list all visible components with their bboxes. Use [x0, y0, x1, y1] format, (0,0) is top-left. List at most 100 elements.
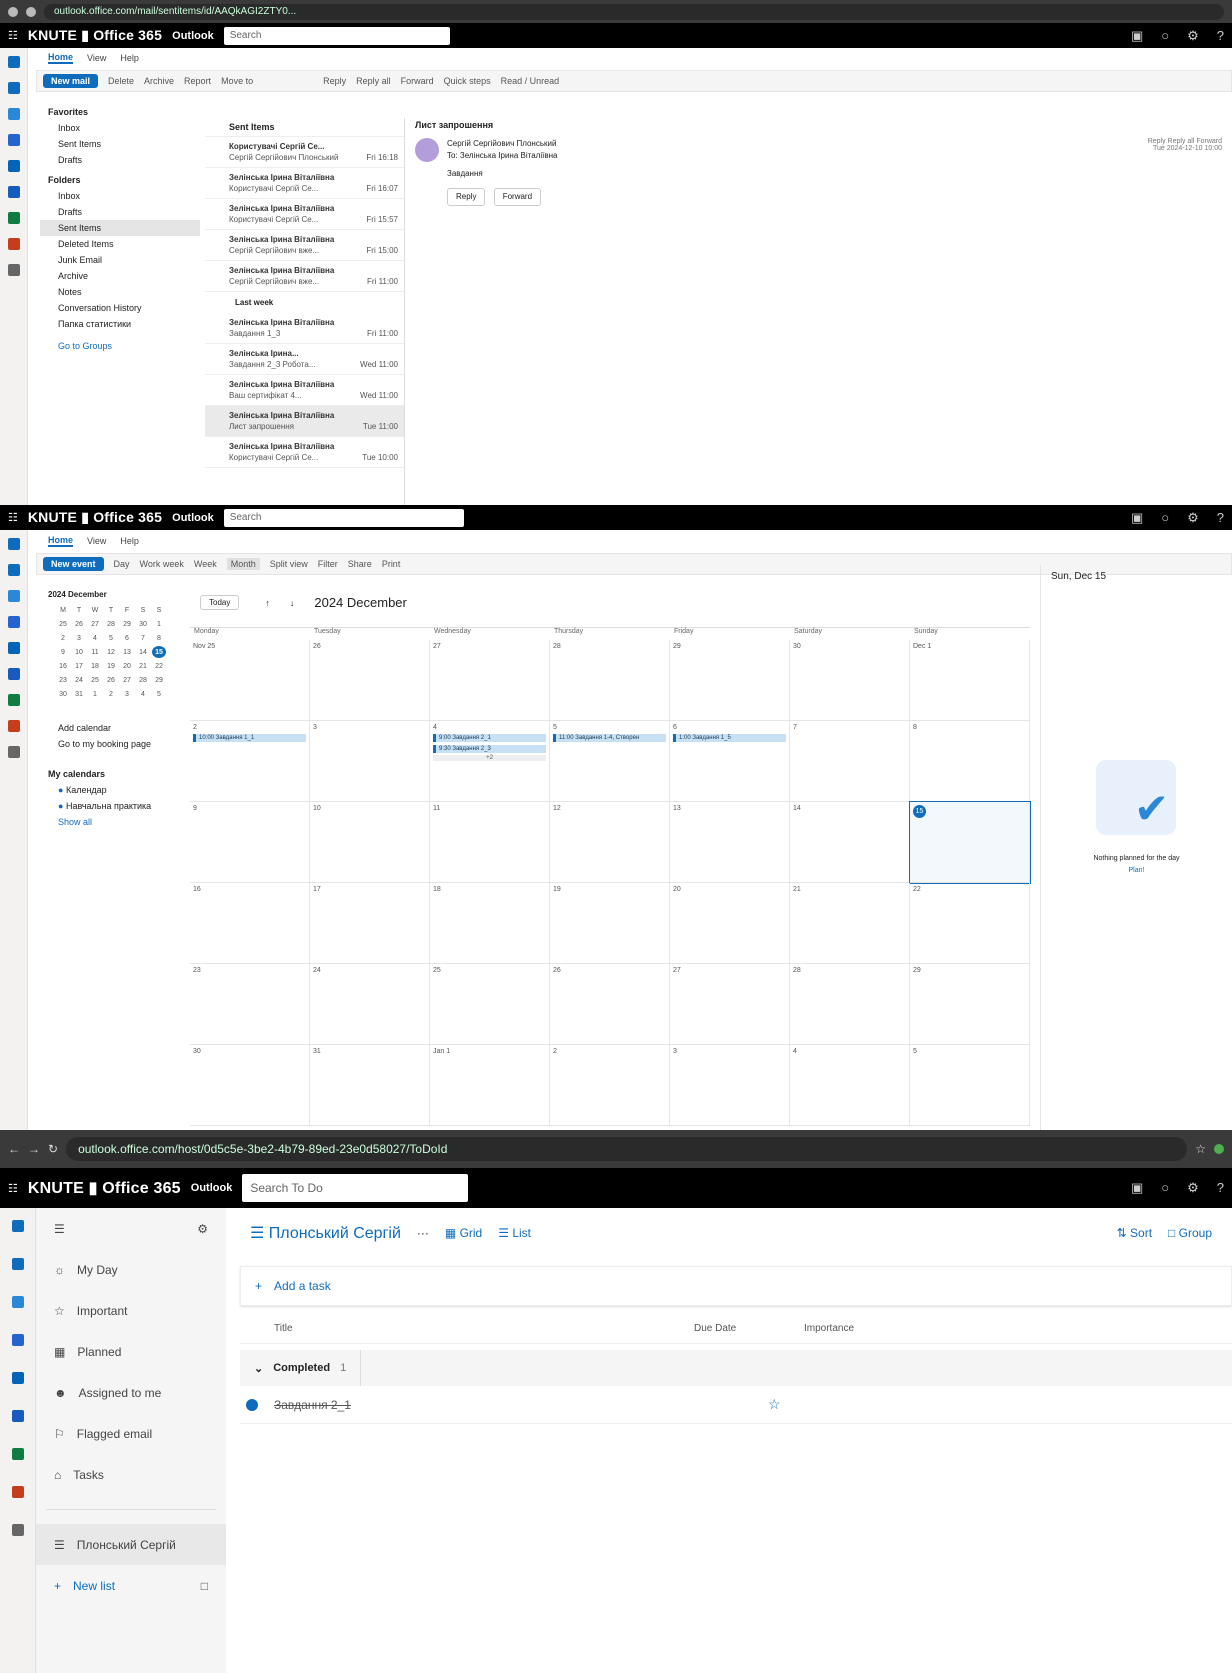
word-icon[interactable]	[7, 186, 20, 198]
mini-day[interactable]: 14	[136, 646, 150, 658]
day-cell[interactable]: Nov 25	[190, 640, 310, 721]
folder-archive[interactable]: Archive	[40, 268, 200, 284]
tab-help[interactable]: Help	[120, 536, 139, 546]
mini-day[interactable]: 24	[72, 674, 86, 686]
mini-day[interactable]: 2	[56, 632, 70, 644]
calendar-event[interactable]: 11:00 Завдання 1-4, Створен	[553, 734, 666, 742]
excel-icon[interactable]	[7, 694, 20, 706]
day-cell[interactable]: 28	[550, 640, 670, 721]
task-row[interactable]: Завдання 2_1 ☆	[240, 1386, 1232, 1424]
search-input[interactable]: Search To Do	[242, 1174, 469, 1202]
meet-icon[interactable]: ▣	[1131, 1180, 1143, 1196]
delete-button[interactable]: Delete	[108, 76, 134, 86]
task-title[interactable]: Завдання 2_1	[274, 1398, 768, 1412]
groups-link[interactable]: Go to Groups	[40, 338, 200, 354]
excel-icon[interactable]	[7, 212, 20, 224]
booking-link[interactable]: Go to my booking page	[40, 736, 185, 752]
mini-day[interactable]: 4	[136, 688, 150, 700]
back-icon[interactable]	[8, 6, 18, 17]
day-cell[interactable]: 30	[190, 1045, 310, 1126]
forward-icon[interactable]	[26, 6, 36, 17]
day-cell[interactable]: 27	[430, 640, 550, 721]
fav-sent[interactable]: Sent Items	[40, 136, 200, 152]
message-item[interactable]: Зелінська Ірина Віталіївна Користувачі Се…	[205, 199, 404, 230]
mail-icon[interactable]	[7, 538, 20, 550]
forward-button[interactable]: Forward	[401, 76, 434, 86]
month-button[interactable]: Month	[226, 558, 260, 570]
mini-day[interactable]: 12	[104, 646, 118, 658]
today-button[interactable]: Today	[200, 595, 240, 610]
message-item[interactable]: Зелінська Ірина Віталіївна Користувачі Се…	[205, 437, 404, 468]
last-week-header[interactable]: Last week	[205, 292, 404, 313]
mini-day[interactable]: 10	[72, 646, 86, 658]
day-cell[interactable]: 18	[430, 883, 550, 964]
new-group-icon[interactable]: □	[201, 1579, 208, 1593]
forward-pill[interactable]: Forward	[493, 188, 542, 206]
add-task-input[interactable]: + Add a task	[240, 1266, 1232, 1306]
week-button[interactable]: Week	[194, 559, 217, 569]
importance-star-icon[interactable]: ☆	[768, 1396, 781, 1413]
mini-day[interactable]: 20	[120, 660, 134, 672]
meet-icon[interactable]: ▣	[1131, 28, 1143, 44]
read-unread-button[interactable]: Read / Unread	[501, 76, 560, 86]
mini-day[interactable]: 18	[88, 660, 102, 672]
mini-day[interactable]: 16	[56, 660, 70, 672]
calendar-event[interactable]: 10:00 Завдання 1_1	[193, 734, 306, 742]
day-cell[interactable]: 4 9:00 Завдання 2_1 9:30 Завдання 2_3 +2	[430, 721, 550, 802]
mini-day[interactable]: 31	[72, 688, 86, 700]
app-name[interactable]: Outlook	[172, 512, 214, 524]
day-cell[interactable]: 28	[790, 964, 910, 1045]
todo-icon[interactable]	[11, 1334, 24, 1346]
day-cell[interactable]: 5 11:00 Завдання 1-4, Створен	[550, 721, 670, 802]
day-cell[interactable]: 2 10:00 Завдання 1_1	[190, 721, 310, 802]
calendar-item-1[interactable]: ● Календар	[40, 782, 185, 798]
nav-tasks[interactable]: ⌂ Tasks	[36, 1454, 226, 1495]
day-cell[interactable]: 15	[909, 801, 1031, 884]
mini-day[interactable]: 8	[152, 632, 166, 644]
completed-checkbox[interactable]	[246, 1398, 258, 1411]
nav-important[interactable]: ☆ Important	[36, 1290, 226, 1331]
gear-icon[interactable]: ⚙	[1187, 28, 1199, 44]
folder-junk[interactable]: Junk Email	[40, 252, 200, 268]
apps-icon[interactable]	[7, 264, 20, 276]
list-view-button[interactable]: ☰ List	[498, 1226, 531, 1240]
mini-day[interactable]: 3	[72, 632, 86, 644]
excel-icon[interactable]	[11, 1448, 24, 1460]
mini-day[interactable]: 30	[56, 688, 70, 700]
people-icon[interactable]	[11, 1296, 24, 1308]
day-cell[interactable]: 10	[310, 802, 430, 883]
reply-button[interactable]: Reply	[323, 76, 346, 86]
help-icon[interactable]: ?	[1217, 510, 1224, 526]
mini-day[interactable]: 29	[120, 618, 134, 630]
nav-custom-list[interactable]: ☰ Плонський Сергій	[36, 1524, 226, 1565]
add-calendar-link[interactable]: Add calendar	[40, 720, 185, 736]
calendar-event[interactable]: 1:00 Завдання 1_5	[673, 734, 786, 742]
day-cell[interactable]: Dec 1	[910, 640, 1030, 721]
day-cell[interactable]: 5	[910, 1045, 1030, 1126]
day-cell[interactable]: 14	[790, 802, 910, 883]
mini-day[interactable]: 3	[120, 688, 134, 700]
grid-view-button[interactable]: ▦ Grid	[445, 1226, 482, 1240]
mini-day[interactable]: 25	[56, 618, 70, 630]
onedrive-icon[interactable]	[7, 642, 20, 654]
day-cell[interactable]: 25	[430, 964, 550, 1045]
mini-day[interactable]: 23	[56, 674, 70, 686]
powerpoint-icon[interactable]	[7, 238, 20, 250]
folder-conversation[interactable]: Conversation History	[40, 300, 200, 316]
mini-day[interactable]: 27	[120, 674, 134, 686]
reload-icon[interactable]: ↻	[48, 1142, 58, 1156]
people-icon[interactable]	[7, 590, 20, 602]
mail-icon[interactable]	[11, 1220, 24, 1232]
mini-day[interactable]: 15	[152, 646, 166, 658]
onedrive-icon[interactable]	[7, 160, 20, 172]
day-cell[interactable]: 26	[550, 964, 670, 1045]
people-icon[interactable]	[7, 108, 20, 120]
day-cell[interactable]: 12	[550, 802, 670, 883]
fav-inbox[interactable]: Inbox	[40, 120, 200, 136]
mini-day[interactable]: 26	[72, 618, 86, 630]
day-cell[interactable]: 2	[550, 1045, 670, 1126]
day-cell[interactable]: 8	[910, 721, 1030, 802]
word-icon[interactable]	[7, 668, 20, 680]
mini-day[interactable]: 29	[152, 674, 166, 686]
powerpoint-icon[interactable]	[7, 720, 20, 732]
